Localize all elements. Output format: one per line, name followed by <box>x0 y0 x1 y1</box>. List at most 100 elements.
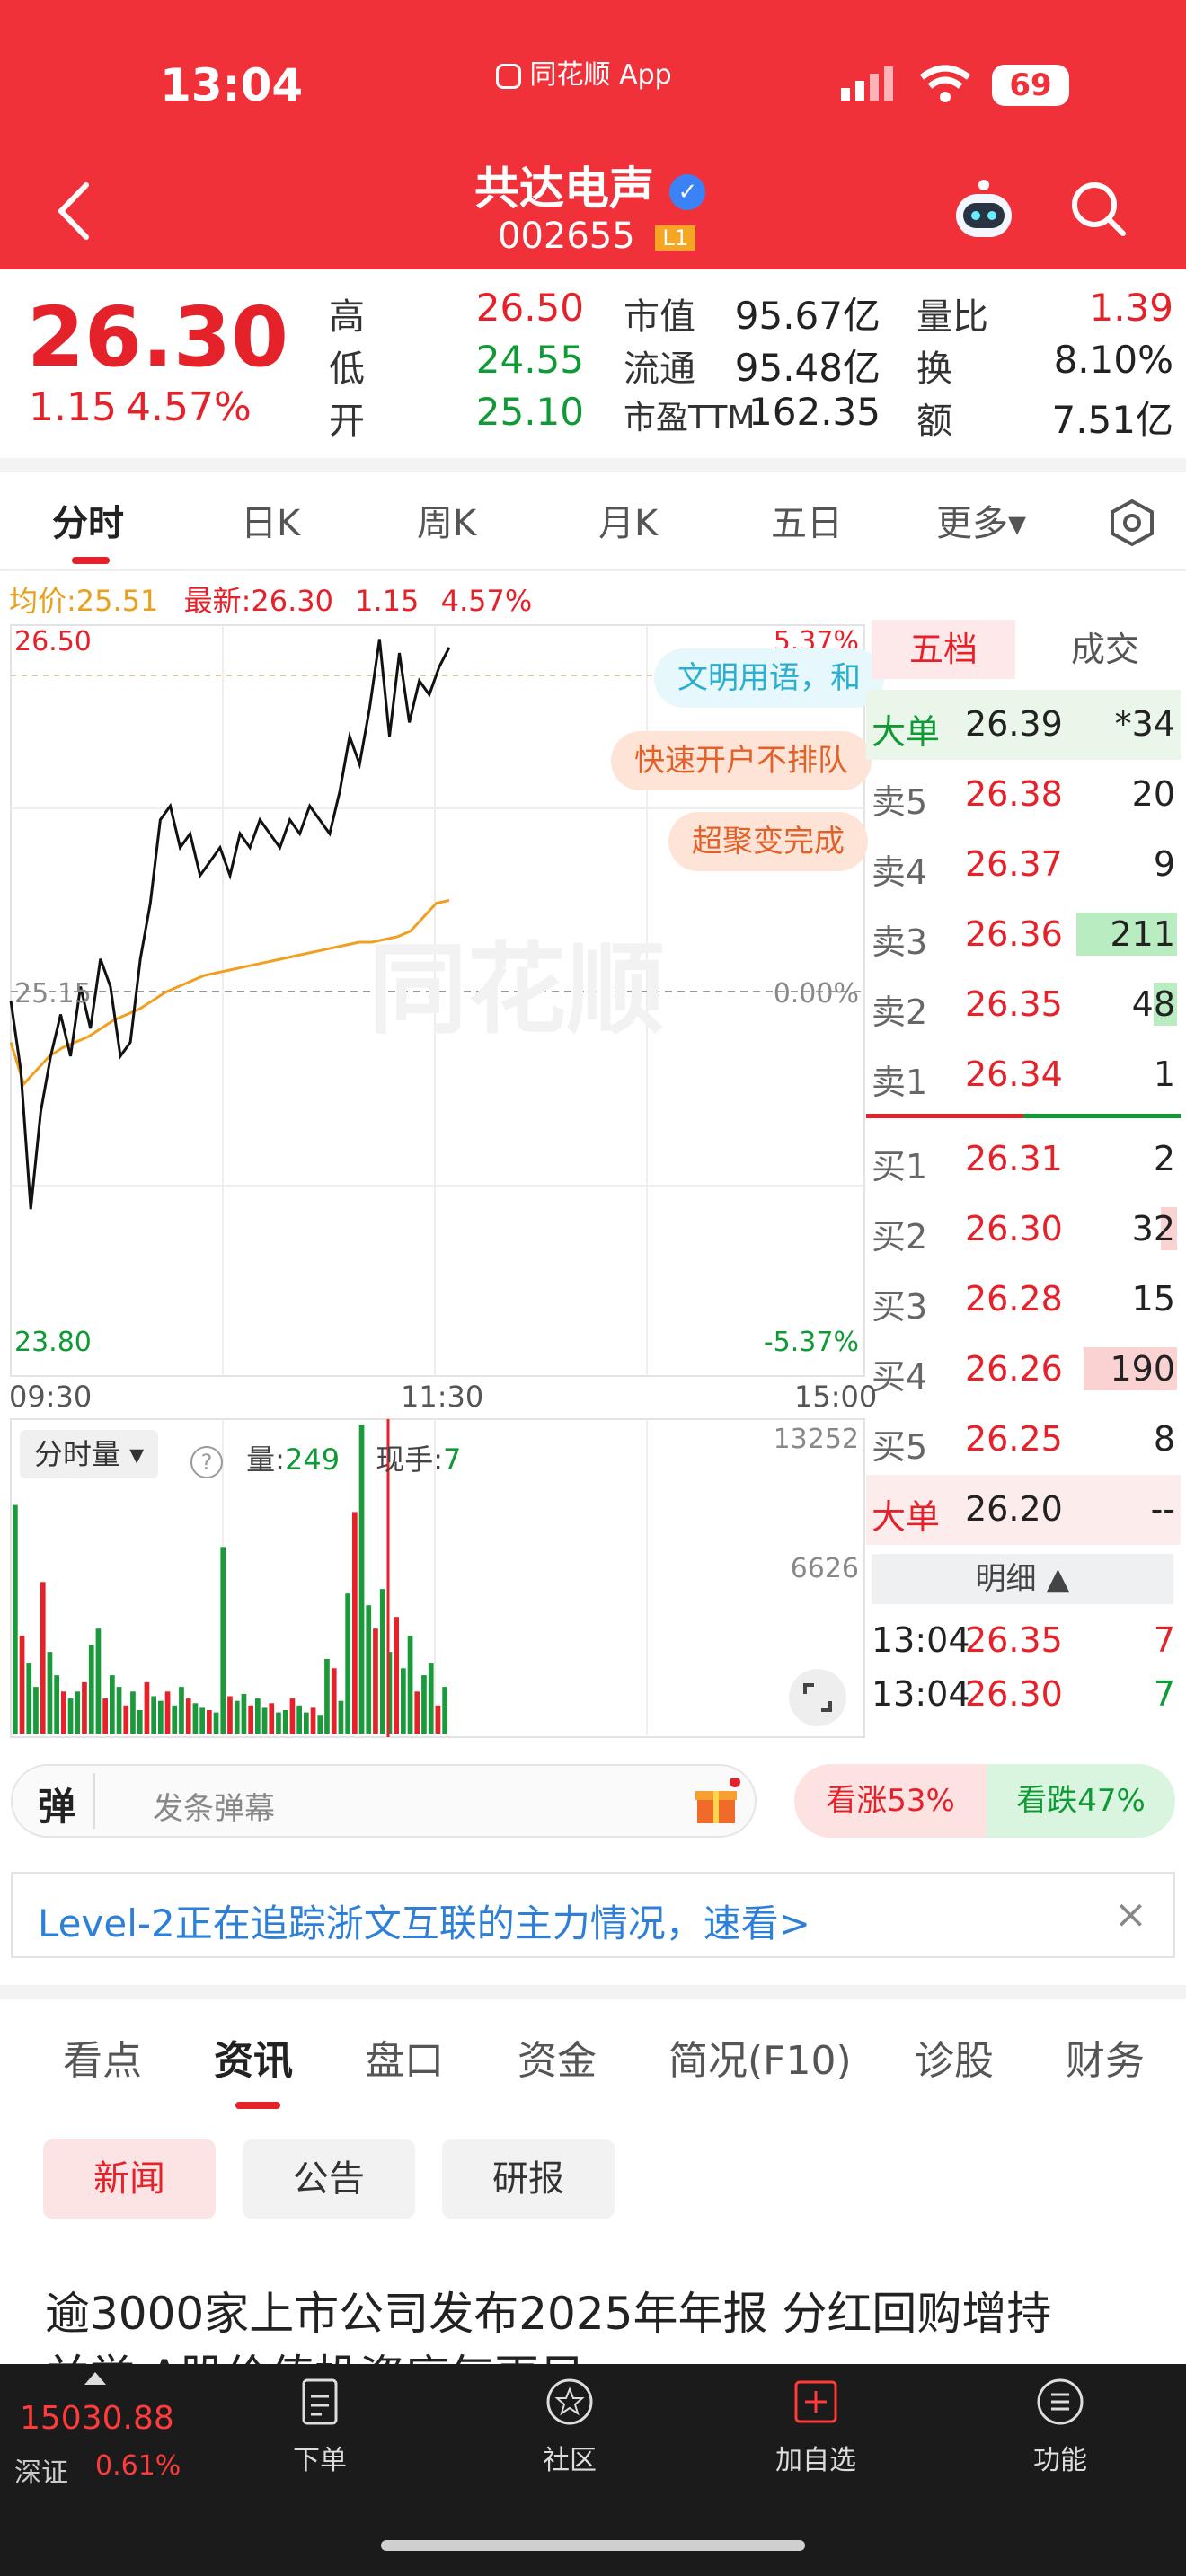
volume-bar <box>296 1705 302 1734</box>
subtab-news[interactable]: 新闻 <box>43 2139 216 2219</box>
news-headline[interactable]: 逾3000家上市公司发布2025年年报 分红回购增持 <box>45 2278 1051 2342</box>
banner-news[interactable]: 超聚变完成 <box>668 812 868 871</box>
app-header: 13:04 同花顺 App 69 共达电声 ✓ 002655 L1 <box>0 0 1186 269</box>
level-badge: L1 <box>655 225 696 251</box>
volume-bar <box>220 1547 226 1734</box>
x-axis-end: 15:00 <box>794 1380 878 1414</box>
volume-bar <box>213 1712 219 1734</box>
volume-bar <box>67 1698 74 1734</box>
community-star-icon <box>546 2378 593 2425</box>
subtab-research[interactable]: 研报 <box>442 2139 615 2219</box>
index-pct: 0.61% <box>95 2450 181 2482</box>
tab-highlights[interactable]: 看点 <box>63 2028 142 2086</box>
verified-icon: ✓ <box>669 173 706 210</box>
triangle-up-icon <box>84 2371 106 2388</box>
tab-intraday[interactable]: 分时 <box>52 494 124 546</box>
volume-info: ? 量:249 现手:7 <box>190 1437 461 1478</box>
volratio-label: 量比 <box>916 296 988 338</box>
tab-financials[interactable]: 财务 <box>1066 2028 1145 2086</box>
volume-bar <box>421 1675 427 1734</box>
tab-profile-f10[interactable]: 简况(F10) <box>668 2028 852 2086</box>
volume-bar <box>151 1696 156 1734</box>
page-title: 共达电声 ✓ <box>474 153 706 217</box>
volume-bar <box>102 1698 108 1734</box>
float-label: 流通 <box>624 348 695 390</box>
divider <box>93 1773 95 1829</box>
volume-bar <box>379 1589 385 1734</box>
settings-hexagon-icon[interactable] <box>1107 498 1157 551</box>
nav-place-order[interactable]: 下单 <box>230 2375 410 2477</box>
tab-news[interactable]: 资讯 <box>214 2028 293 2086</box>
tab-five-levels[interactable]: 五档 <box>872 620 1015 679</box>
order-book: 五档 成交 大单 26.39 *34 卖5 26.38 20 卖4 26.37 … <box>866 620 1181 1742</box>
index-name: 深证 <box>14 2457 68 2489</box>
tab-trades[interactable]: 成交 <box>1033 620 1177 679</box>
volume-bar <box>123 1705 129 1734</box>
subtab-announcements[interactable]: 公告 <box>243 2139 415 2219</box>
nav-community[interactable]: 社区 <box>480 2375 659 2477</box>
banner-quick-open[interactable]: 快速开户不排队 <box>611 731 872 790</box>
nav-add-watchlist[interactable]: 加自选 <box>726 2375 906 2477</box>
book-divider-buy <box>1023 1114 1181 1118</box>
add-square-icon <box>794 2380 837 2423</box>
volume-bar <box>13 1504 18 1734</box>
tab-capital[interactable]: 资金 <box>518 2028 597 2086</box>
tab-more[interactable]: 更多▾ <box>936 494 1026 546</box>
status-time: 13:04 <box>160 59 304 111</box>
volume-bar <box>137 1710 143 1734</box>
volume-bar <box>110 1675 115 1734</box>
back-button[interactable] <box>52 180 97 246</box>
active-tab-indicator <box>72 557 110 564</box>
high-value: 26.50 <box>475 286 584 330</box>
volume-bar <box>172 1705 178 1734</box>
y-axis-mid-label: 25.15 <box>14 978 92 1010</box>
big-sell-row: 大单 26.39 *34 <box>866 690 1181 760</box>
index-value[interactable]: 15030.88 <box>20 2400 174 2437</box>
pct-axis-mid-label: 0.00% <box>774 978 859 1010</box>
document-icon <box>302 2378 338 2425</box>
sell-1-row: 卖1 26.34 1 <box>872 1054 1175 1102</box>
banner-civility[interactable]: 文明用语，和 <box>654 648 884 708</box>
tab-monthly-k[interactable]: 月K <box>598 494 658 546</box>
volume-bar <box>276 1712 281 1734</box>
volume-bar <box>234 1700 240 1734</box>
open-label: 开 <box>329 401 365 442</box>
mktcap-value: 95.67亿 <box>734 294 881 338</box>
tab-daily-k[interactable]: 日K <box>241 494 300 546</box>
volume-bar <box>428 1663 434 1734</box>
app-logo-icon <box>496 63 521 89</box>
price-line <box>9 639 451 1210</box>
menu-circle-icon <box>1037 2378 1084 2425</box>
volume-bar <box>116 1687 122 1734</box>
volume-type-selector[interactable]: 分时量 ▾ <box>20 1430 159 1478</box>
volume-bar <box>394 1617 399 1734</box>
detail-toggle[interactable]: 明细 ▲ <box>872 1554 1173 1604</box>
volume-bar <box>435 1705 441 1734</box>
nav-functions[interactable]: 功能 <box>970 2375 1150 2477</box>
tab-order-flow[interactable]: 盘口 <box>365 2028 444 2086</box>
y-axis-bottom-label: 23.80 <box>14 1327 92 1358</box>
bullish-vote-button[interactable]: 看涨53% <box>794 1764 987 1838</box>
sell-3-row: 卖3 26.36 211 <box>872 913 1177 962</box>
tab-weekly-k[interactable]: 周K <box>417 494 476 546</box>
bearish-vote-button[interactable]: 看跌47% <box>987 1764 1175 1838</box>
robot-assistant-icon[interactable] <box>951 178 1017 248</box>
volume-bar <box>442 1687 447 1734</box>
buy-1-row: 买1 26.31 2 <box>872 1139 1175 1187</box>
tab-diagnosis[interactable]: 诊股 <box>915 2028 994 2086</box>
fullscreen-toggle[interactable] <box>789 1669 846 1726</box>
buy-3-row: 买3 26.28 15 <box>872 1279 1175 1327</box>
danmu-placeholder: 发条弹幕 <box>153 1791 275 1827</box>
search-icon[interactable] <box>1069 180 1128 243</box>
help-icon[interactable]: ? <box>190 1446 223 1478</box>
low-label: 低 <box>329 348 365 390</box>
price-change-pct: 4.57% <box>126 384 252 430</box>
wifi-icon <box>918 65 972 108</box>
gift-icon[interactable] <box>692 1777 740 1831</box>
buy-2-row: 买2 26.30 32 <box>872 1207 1177 1257</box>
level2-banner[interactable]: Level-2正在追踪浙文互联的主力情况，速看> × <box>11 1872 1175 1958</box>
close-icon[interactable]: × <box>1114 1892 1147 1937</box>
danmu-input[interactable]: 弹 发条弹幕 <box>11 1764 757 1838</box>
tab-five-day[interactable]: 五日 <box>771 494 843 546</box>
volume-max-label: 13252 <box>774 1424 859 1455</box>
